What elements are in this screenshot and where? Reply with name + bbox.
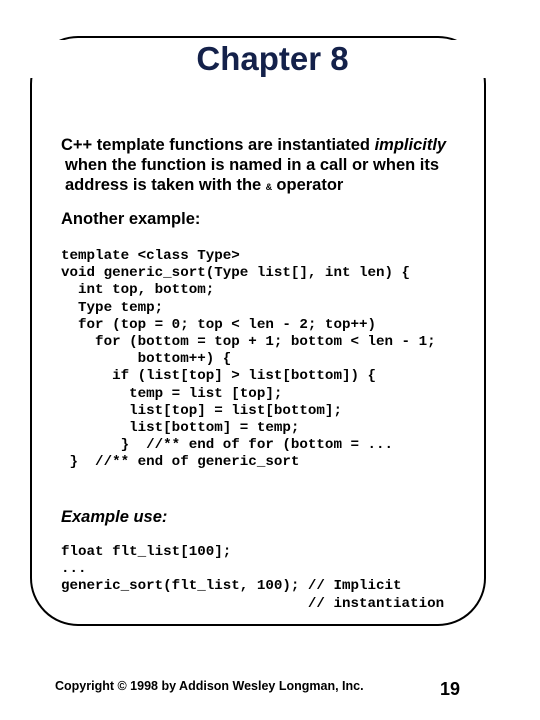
intro-line-2: when the function is named in a call or … <box>65 156 440 174</box>
code-line: float flt_list[100]; <box>61 544 232 560</box>
code-line: generic_sort(flt_list, 100); // Implicit <box>61 578 402 595</box>
code-line: ... <box>61 561 87 578</box>
another-example-heading: Another example: <box>61 210 201 228</box>
code-line: if (list[top] > list[bottom]) { <box>112 368 377 385</box>
intro-line-1-text: C++ template functions are instantiated <box>61 136 375 154</box>
code-line: void generic_sort(Type list[], int len) … <box>61 265 411 282</box>
code-line: list[bottom] = temp; <box>129 420 300 437</box>
code-line: int top, bottom; <box>78 282 215 299</box>
code-line: list[top] = list[bottom]; <box>129 402 342 419</box>
slide-title: Chapter 8 <box>0 40 540 78</box>
code-block-generic-sort: template <class Type> void generic_sort(… <box>61 248 436 472</box>
page-number: 19 <box>440 679 461 699</box>
code-line: for (top = 0; top < len - 2; top++) <box>78 316 377 333</box>
example-use-heading: Example use: <box>61 508 168 526</box>
code-line: temp = list [top]; <box>129 385 283 402</box>
code-block-example-use: float flt_list[100]; ... generic_sort(fl… <box>61 544 444 613</box>
slide-title-text: Chapter 8 <box>190 40 355 77</box>
copyright-footer: Copyright © 1998 by Addison Wesley Longm… <box>55 679 364 693</box>
intro-line-3: address is taken with the & operator <box>61 175 446 199</box>
code-line: template <class Type> <box>61 248 240 264</box>
intro-line-3-suffix: operator <box>271 176 344 194</box>
code-line: } //** end of for (bottom = ... <box>120 437 394 454</box>
code-line: // instantiation <box>61 595 445 612</box>
emphasis-implicitly: implicitly <box>374 136 447 154</box>
code-line: bottom++) { <box>137 351 232 368</box>
code-line: Type temp; <box>78 299 164 316</box>
intro-line-3-text: address is taken with the <box>65 176 266 194</box>
code-line: for (bottom = top + 1; bottom < len - 1; <box>95 334 436 351</box>
intro-paragraph: C++ template functions are instantiated … <box>61 135 446 199</box>
intro-line-1: C++ template functions are instantiated … <box>61 135 446 155</box>
code-line: } //** end of generic_sort <box>61 454 300 471</box>
